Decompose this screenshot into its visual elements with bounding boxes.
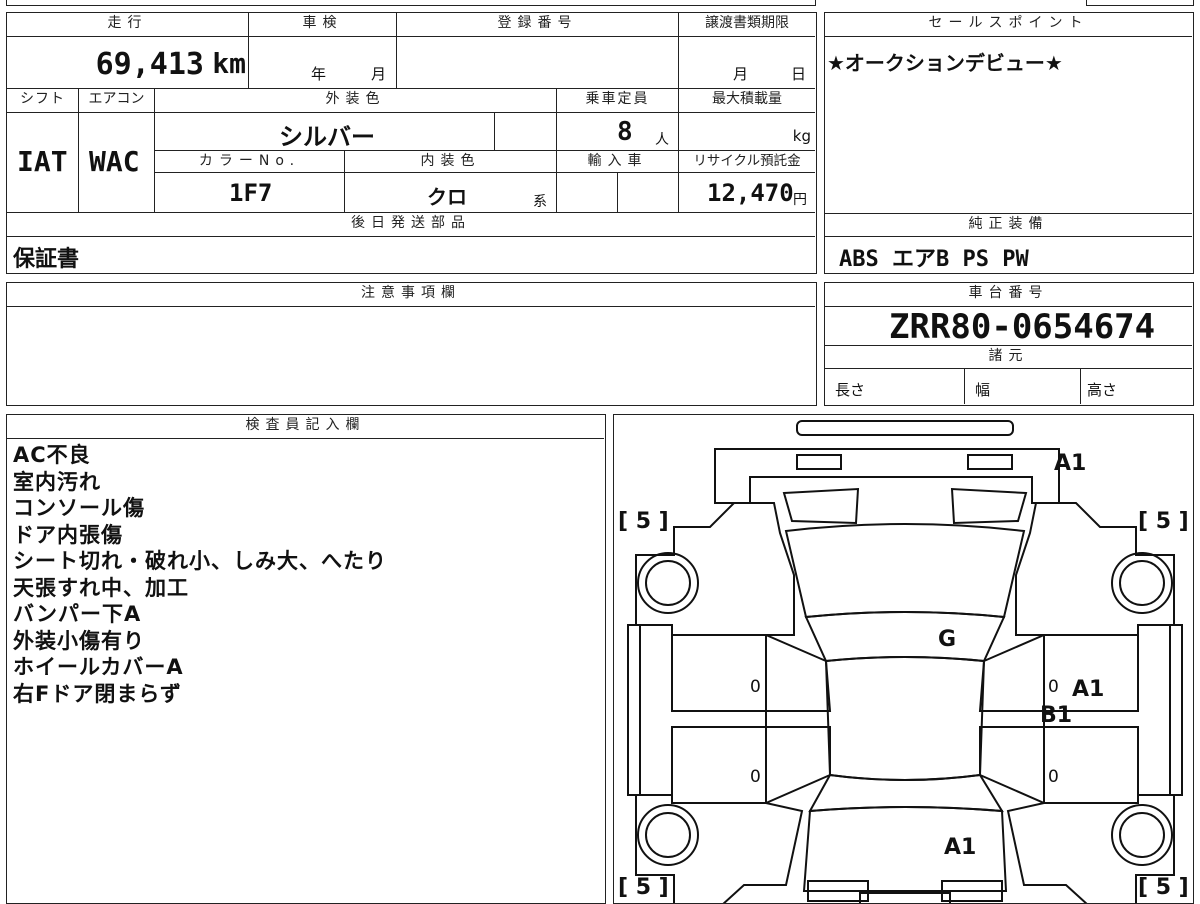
- recycle-header: リサイクル預託金: [679, 151, 815, 173]
- mileage-value: 69,413: [95, 47, 204, 82]
- aircon-value: WAC: [89, 145, 140, 178]
- inspector-line: 右Fドア閉まらず: [13, 681, 182, 706]
- interior-color-value: クロ: [427, 185, 467, 209]
- damage-mark-rear: A1: [944, 835, 977, 860]
- later-parts-value: 保証書: [13, 247, 80, 272]
- sales-point-header: セールスポイント: [825, 13, 1192, 37]
- capacity-header: 乗車定員: [557, 89, 679, 113]
- chassis-box: 車台番号 ZRR80-0654674 諸元 長さ 幅 高さ: [824, 282, 1194, 406]
- inspection-month-label: 月: [371, 65, 387, 83]
- sales-point-box: セールスポイント ★オークションデビュー★ 純正装備 ABS エアB PS PW: [824, 12, 1194, 274]
- inspector-line: ドア内張傷: [13, 522, 123, 547]
- shift-value: IAT: [17, 145, 68, 178]
- interior-color-suffix: 系: [533, 194, 547, 210]
- inspector-line: 外装小傷有り: [13, 628, 145, 653]
- inspector-line: シート切れ・破れ小、しみ大、へたり: [13, 549, 387, 573]
- capacity-value: 8: [617, 117, 633, 147]
- genuine-value: ABS エアB PS PW: [839, 247, 1029, 272]
- notes-box: 注意事項欄: [6, 282, 817, 406]
- genuine-header: 純正装備: [825, 213, 1192, 237]
- car-diagram-box: [ 5 ] [ 5 ] [ 5 ] [ 5 ] A1 G A1 B1 A1 0 …: [613, 414, 1194, 904]
- tire-rear-right-label: [ 5 ]: [1138, 875, 1189, 900]
- top-strip-left: [6, 0, 816, 6]
- color-no-cell: 1F7: [155, 173, 345, 213]
- spec-height-label: 高さ: [1087, 381, 1118, 399]
- sales-point-text: ★オークションデビュー★: [827, 51, 1063, 75]
- inspector-line: 天張すれ中、加工: [13, 575, 189, 600]
- aircon-cell: WAC: [79, 113, 155, 213]
- vehicle-info-table: 走行 車検 登録番号 譲渡書類期限 69,413 km 年 月 月 日 シフト …: [6, 12, 817, 274]
- right-rear-door-zero: 0: [1048, 767, 1059, 787]
- specs-header: 諸元: [825, 345, 1192, 369]
- interior-color-header: 内装色: [345, 151, 557, 173]
- import-cell-b: [618, 173, 679, 213]
- recycle-cell: 12,470 円: [679, 173, 815, 213]
- registration-cell: [397, 37, 679, 89]
- left-front-door-zero: 0: [750, 677, 761, 697]
- import-cell-a: [557, 173, 618, 213]
- color-no-header: カラーNo.: [155, 151, 345, 173]
- inspector-line: AC不良: [13, 443, 91, 467]
- interior-color-cell: クロ 系: [345, 173, 557, 213]
- capacity-unit: 人: [655, 132, 669, 148]
- max-load-unit: kg: [792, 127, 811, 145]
- capacity-cell: 8 人: [557, 113, 679, 151]
- recycle-value: 12,470: [707, 179, 794, 207]
- damage-mark-windshield: G: [938, 627, 957, 652]
- tire-front-right-label: [ 5 ]: [1138, 509, 1189, 534]
- aircon-header: エアコン: [79, 89, 155, 113]
- inspection-cell: 年 月: [249, 37, 397, 89]
- transfer-month-label: 月: [733, 65, 749, 83]
- inspector-header: 検査員記入欄: [7, 415, 604, 439]
- mileage-unit: km: [212, 47, 246, 80]
- spec-length-cell: 長さ: [825, 369, 965, 404]
- max-load-cell: kg: [679, 113, 815, 151]
- color-no-value: 1F7: [229, 179, 273, 207]
- mileage-cell: 69,413 km: [7, 37, 249, 89]
- exterior-color-sub-cell: [495, 113, 557, 151]
- mileage-header: 走行: [7, 13, 249, 37]
- spec-width-cell: 幅: [965, 369, 1081, 404]
- inspection-year-label: 年: [311, 65, 327, 83]
- inspector-line: バンパー下A: [13, 602, 142, 626]
- exterior-color-header: 外装色: [155, 89, 557, 113]
- transfer-cell: 月 日: [679, 37, 815, 89]
- recycle-unit: 円: [793, 192, 807, 208]
- damage-mark-right-door: A1: [1072, 677, 1105, 702]
- inspector-line: ホイールカバーA: [13, 655, 184, 679]
- notes-header: 注意事項欄: [7, 283, 815, 307]
- inspector-box: 検査員記入欄 AC不良 室内汚れ コンソール傷 ドア内張傷 シート切れ・破れ小、…: [6, 414, 606, 904]
- chassis-number: ZRR80-0654674: [889, 307, 1156, 347]
- import-header: 輸入車: [557, 151, 679, 173]
- exterior-color-value: シルバー: [279, 123, 375, 151]
- registration-header: 登録番号: [397, 13, 679, 37]
- top-strip-right: [1086, 0, 1194, 6]
- transfer-header: 譲渡書類期限: [679, 13, 815, 37]
- left-rear-door-zero: 0: [750, 767, 761, 787]
- transfer-day-label: 日: [791, 65, 807, 83]
- tire-rear-left-label: [ 5 ]: [618, 875, 669, 900]
- exterior-color-cell: シルバー: [155, 113, 495, 151]
- right-front-door-zero: 0: [1048, 677, 1059, 697]
- spec-length-label: 長さ: [835, 381, 866, 399]
- later-parts-header: 後日発送部品: [7, 213, 815, 237]
- shift-cell: IAT: [7, 113, 79, 213]
- max-load-header: 最大積載量: [679, 89, 815, 113]
- inspector-line: コンソール傷: [13, 496, 145, 520]
- shift-header: シフト: [7, 89, 79, 113]
- spec-height-cell: 高さ: [1081, 369, 1192, 404]
- inspection-header: 車検: [249, 13, 397, 37]
- damage-mark-right-sill: B1: [1040, 703, 1073, 728]
- car-outline-diagram: [627, 420, 1183, 903]
- tire-front-left-label: [ 5 ]: [618, 509, 669, 534]
- chassis-header: 車台番号: [825, 283, 1192, 307]
- damage-mark-front-bumper: A1: [1054, 451, 1087, 476]
- spec-width-label: 幅: [975, 381, 991, 399]
- inspector-line: 室内汚れ: [13, 469, 101, 494]
